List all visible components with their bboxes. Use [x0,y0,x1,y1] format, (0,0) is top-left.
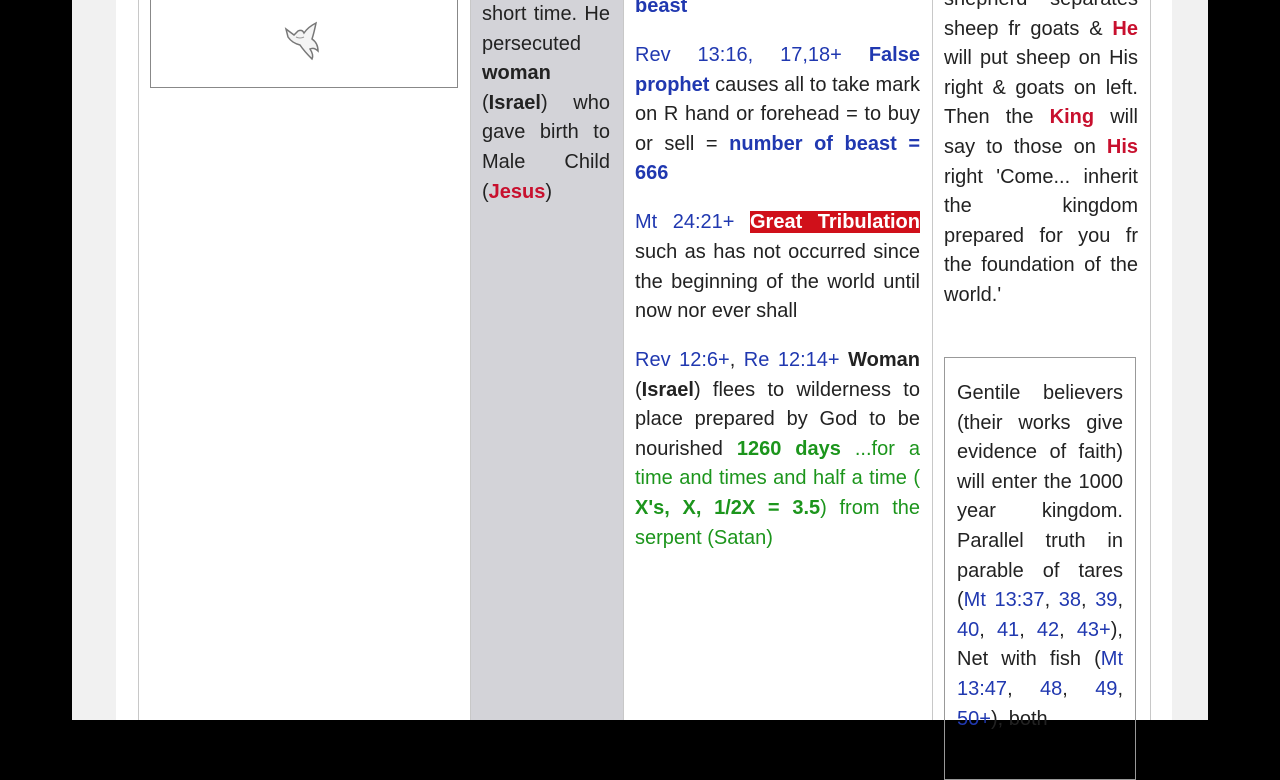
scripture-link[interactable]: Rev 12:6+ [635,349,730,371]
scripture-link[interactable]: 41 [997,619,1019,641]
scripture-link[interactable]: 38 [1059,589,1081,611]
scripture-link[interactable]: 48 [1040,678,1062,700]
scripture-link[interactable]: Re 12:14+ [744,349,840,371]
scripture-link[interactable]: Mt 24:21+ [635,211,734,233]
text: shepherd separates sheep fr goats & [944,0,1138,40]
scripture-link[interactable]: Rev 13:16, 17,18+ [635,44,842,66]
paragraph: Mt 24:21+ Great Tribulation such as has … [635,208,920,326]
scripture-link[interactable]: 39 [1095,589,1117,611]
emphasis: Jesus [488,180,546,203]
emphasis: woman [482,62,551,85]
scripture-link[interactable]: Mt 13:37 [964,589,1045,611]
emphasis: His [1106,135,1138,158]
table-border [932,0,933,720]
dove-icon [284,21,319,61]
text: right 'Come... inherit the kingdom prepa… [944,165,1138,306]
left-margin [72,0,116,720]
emphasis: X's, X, 1/2X = 3.5 [635,497,821,520]
highlight: Great Tribulation [750,211,920,234]
emphasis: Israel [488,91,541,114]
emphasis: beast [635,0,688,17]
scripture-link[interactable]: 42 [1037,619,1059,641]
image-frame [150,0,458,88]
paragraph: Rev 12:6+, Re 12:14+ Woman (Israel) flee… [635,349,920,549]
table-border [1150,0,1151,720]
paragraph: beast [635,0,920,22]
paragraph: Rev 13:16, 17,18+ False prophet causes a… [635,41,920,189]
emphasis: 1260 days [736,437,841,460]
right-margin [1172,0,1208,720]
column-judgment: shepherd separates sheep fr goats & He w… [944,0,1138,311]
table-border [470,0,471,720]
text: short time. He persecuted [482,3,610,55]
emphasis: Woman [848,349,920,372]
gentile-believers-box: Gentile believers (their works give evid… [944,357,1136,780]
scripture-link[interactable]: 40 [957,619,979,641]
emphasis: Israel [641,378,694,401]
column-tribulation: beast Rev 13:16, 17,18+ False prophet ca… [635,0,920,573]
table-border [138,0,139,720]
text: ) [545,180,553,203]
table-border [623,0,624,720]
emphasis: King [1049,106,1095,129]
text: such as has not occurred since the begin… [635,240,920,323]
emphasis: He [1112,17,1138,40]
text: ( [482,91,489,114]
scripture-link[interactable]: 49 [1095,678,1117,700]
column-persecution: short time. He persecuted woman (Israel)… [482,0,610,207]
scripture-link[interactable]: 50+ [957,708,991,730]
scripture-link[interactable]: 43+ [1077,619,1111,641]
